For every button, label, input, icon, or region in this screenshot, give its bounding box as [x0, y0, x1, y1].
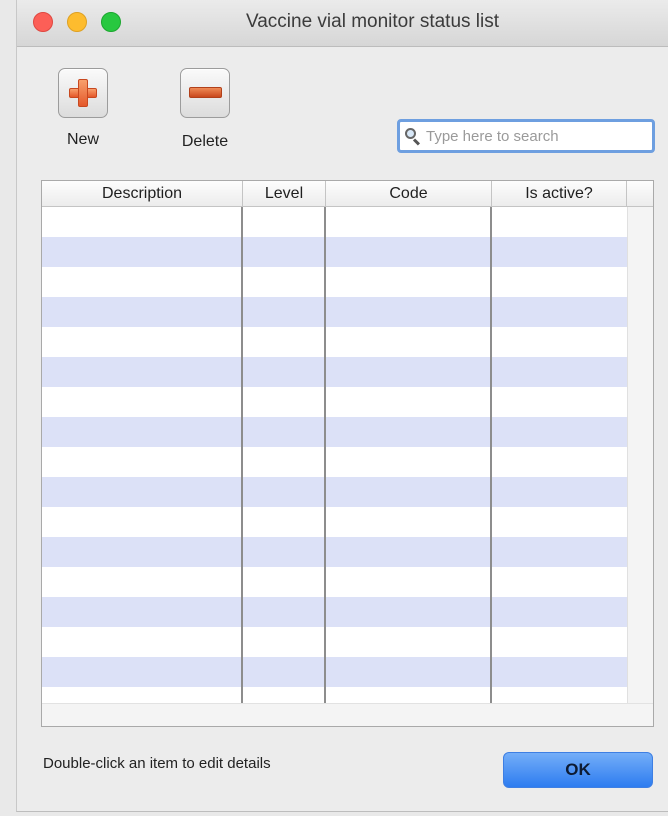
column-header-is-active[interactable]: Is active?	[492, 181, 627, 206]
delete-button-label[interactable]: Delete	[173, 133, 237, 151]
plus-icon	[67, 77, 99, 109]
table-row[interactable]	[42, 357, 627, 387]
table-row[interactable]	[42, 687, 627, 703]
table-row[interactable]	[42, 477, 627, 507]
table-header: Description Level Code Is active?	[42, 181, 653, 207]
column-header-code[interactable]: Code	[326, 181, 492, 206]
table-row[interactable]	[42, 597, 627, 627]
table-row[interactable]	[42, 567, 627, 597]
table-row[interactable]	[42, 297, 627, 327]
vertical-scrollbar[interactable]	[627, 207, 653, 703]
status-list-window: Vaccine vial monitor status list New Del…	[16, 0, 668, 812]
table-row[interactable]	[42, 327, 627, 357]
table-row[interactable]	[42, 207, 627, 237]
table-row[interactable]	[42, 627, 627, 657]
table-row[interactable]	[42, 237, 627, 267]
table-row[interactable]	[42, 447, 627, 477]
new-button-label[interactable]: New	[58, 131, 108, 149]
table-body[interactable]	[42, 207, 627, 703]
column-header-description[interactable]: Description	[42, 181, 243, 206]
table-row[interactable]	[42, 267, 627, 297]
status-table[interactable]: Description Level Code Is active?	[41, 180, 654, 727]
search-input[interactable]	[426, 125, 646, 147]
table-row[interactable]	[42, 417, 627, 447]
search-box[interactable]	[397, 119, 655, 153]
column-divider	[490, 207, 492, 703]
horizontal-scrollbar[interactable]	[42, 703, 653, 726]
new-button[interactable]	[58, 68, 108, 118]
minus-icon	[189, 87, 222, 98]
edit-hint-text: Double-click an item to edit details	[43, 755, 271, 772]
title-bar[interactable]: Vaccine vial monitor status list	[17, 0, 668, 47]
table-row[interactable]	[42, 657, 627, 687]
search-icon	[405, 128, 421, 146]
ok-button[interactable]: OK	[503, 752, 653, 788]
column-divider	[241, 207, 243, 703]
column-divider	[324, 207, 326, 703]
delete-button[interactable]	[180, 68, 230, 118]
window-title: Vaccine vial monitor status list	[245, 11, 500, 32]
table-row[interactable]	[42, 537, 627, 567]
column-header-level[interactable]: Level	[243, 181, 326, 206]
table-row[interactable]	[42, 507, 627, 537]
column-header-filler	[627, 181, 653, 206]
table-row[interactable]	[42, 387, 627, 417]
